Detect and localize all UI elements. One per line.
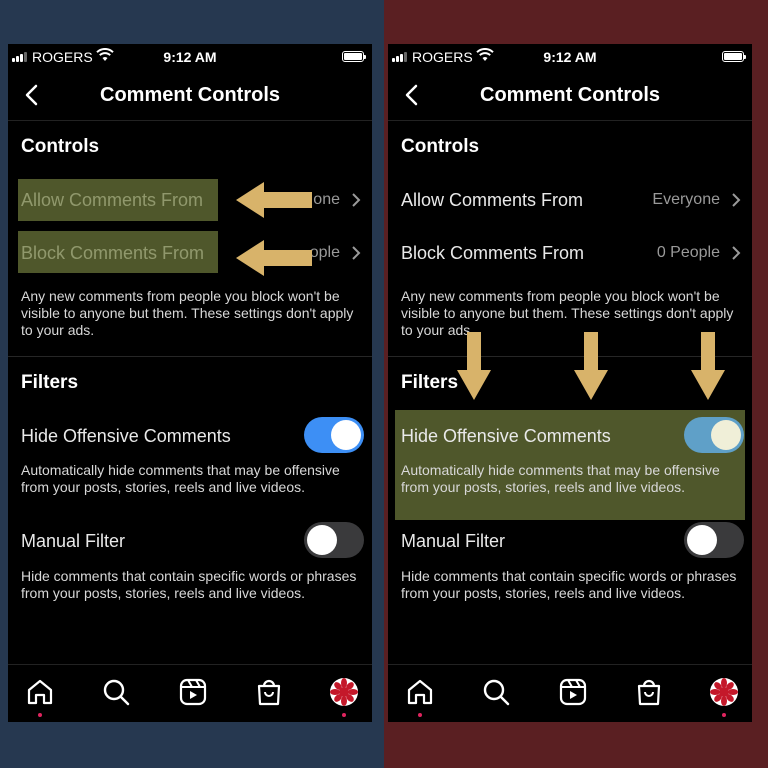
arrow-left-icon (236, 240, 312, 276)
hide-offensive-description: Automatically hide comments that may be … (21, 462, 340, 495)
nav-bar: Comment Controls (388, 72, 752, 121)
status-bar: ROGERS 9:12 AM (8, 44, 372, 70)
search-icon[interactable] (481, 677, 511, 707)
hide-offensive-toggle[interactable] (684, 417, 744, 453)
battery-icon (342, 51, 366, 62)
chevron-right-icon (352, 193, 361, 207)
manual-filter-label: Manual Filter (401, 531, 506, 551)
shop-icon[interactable] (634, 677, 664, 707)
hide-offensive-label: Hide Offensive Comments (401, 426, 611, 446)
hide-offensive-description: Automatically hide comments that may be … (401, 462, 720, 495)
shop-icon[interactable] (254, 677, 284, 707)
divider (8, 356, 372, 357)
allow-comments-value: Everyone (652, 191, 720, 208)
hide-offensive-label: Hide Offensive Comments (21, 426, 231, 446)
chevron-right-icon (732, 193, 741, 207)
highlight-box (18, 179, 218, 221)
reels-icon[interactable] (558, 677, 588, 707)
tab-bar (388, 664, 752, 722)
chevron-right-icon (732, 246, 741, 260)
status-time: 9:12 AM (163, 49, 217, 65)
block-comments-value: ople (309, 244, 340, 261)
notification-dot (38, 713, 42, 717)
home-icon[interactable] (405, 677, 435, 707)
highlight-box (18, 231, 218, 273)
status-time: 9:12 AM (543, 49, 597, 65)
manual-filter-label: Manual Filter (21, 531, 126, 551)
home-icon[interactable] (25, 677, 55, 707)
controls-heading: Controls (401, 136, 480, 157)
status-bar: ROGERS 9:12 AM (388, 44, 752, 70)
search-icon[interactable] (101, 677, 131, 707)
nav-bar: Comment Controls (8, 72, 372, 121)
block-comments-label: Block Comments From (401, 243, 585, 263)
notification-dot (342, 713, 346, 717)
filters-heading: Filters (21, 372, 79, 393)
profile-avatar[interactable] (709, 677, 739, 707)
manual-filter-toggle[interactable] (304, 522, 364, 558)
notification-dot (418, 713, 422, 717)
tab-bar (8, 664, 372, 722)
allow-comments-label: Allow Comments From (401, 190, 584, 210)
block-comments-value: 0 People (656, 244, 720, 261)
arrow-left-icon (236, 182, 312, 218)
filters-heading: Filters (401, 372, 459, 393)
arrow-down-icon (691, 332, 725, 400)
arrow-down-icon (574, 332, 608, 400)
hide-offensive-toggle[interactable] (304, 417, 364, 453)
controls-heading: Controls (21, 136, 100, 157)
notification-dot (722, 713, 726, 717)
chevron-right-icon (352, 246, 361, 260)
battery-icon (722, 51, 746, 62)
controls-description: Any new comments from people you block w… (21, 288, 354, 338)
allow-comments-value: one (313, 191, 340, 208)
reels-icon[interactable] (178, 677, 208, 707)
right-phone-screen: ROGERS 9:12 AM Comment Controls Controls… (388, 44, 752, 722)
page-title: Comment Controls (100, 84, 280, 106)
left-phone-screen: ROGERS 9:12 AM Comment Controls Controls… (8, 44, 372, 722)
profile-avatar[interactable] (329, 677, 359, 707)
arrow-down-icon (457, 332, 491, 400)
manual-filter-description: Hide comments that contain specific word… (21, 568, 357, 601)
manual-filter-description: Hide comments that contain specific word… (401, 568, 737, 601)
page-title: Comment Controls (480, 84, 660, 106)
manual-filter-toggle[interactable] (684, 522, 744, 558)
